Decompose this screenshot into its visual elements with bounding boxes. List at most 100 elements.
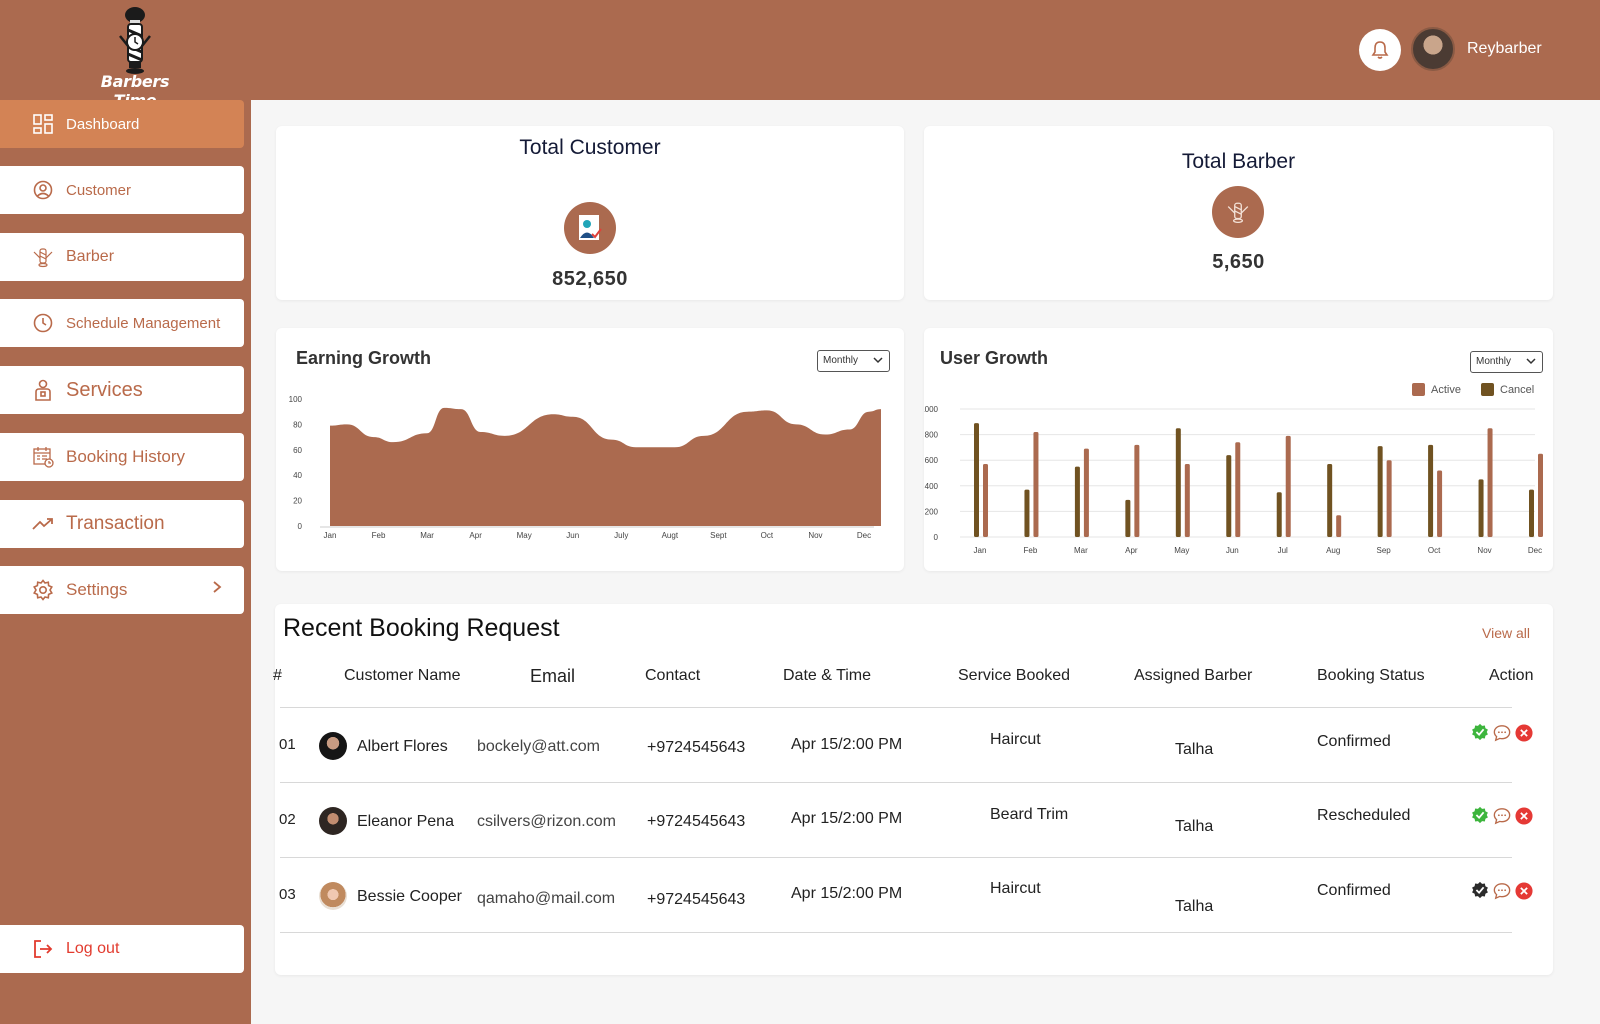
table-divider [280,857,1512,858]
bar-cancel [1327,464,1333,537]
trend-up-icon [32,513,54,535]
x-tick-label: Jun [1226,546,1239,555]
header-number: # [273,667,282,684]
x-tick-label: Nov [1477,546,1491,555]
row-number: 01 [279,736,296,753]
header-contact: Contact [645,667,701,684]
x-tick-label: Jan [324,531,337,540]
username[interactable]: Reybarber [1467,40,1542,58]
sidebar-item-settings[interactable]: Settings [0,566,244,614]
booking-datetime: Apr 15/2:00 PM [791,736,903,753]
bar-active [1487,428,1493,537]
chevron-right-icon [213,581,222,593]
bar-active [1437,470,1443,537]
bar-cancel [1377,446,1383,537]
booking-status: Confirmed [1317,733,1391,750]
x-tick-label: Apr [1125,546,1138,555]
customer-email[interactable]: bockely@att.com [477,738,600,756]
barber-icon [32,246,54,268]
service-booked: Haircut [990,731,1041,748]
y-tick-label: 0 [298,522,303,531]
assigned-barber: Talha [1175,818,1214,835]
customer-contact: +9724545643 [647,739,746,756]
x-tick-label: May [517,531,532,540]
reject-icon[interactable] [1515,807,1533,825]
bar-active [1235,442,1241,537]
view-all-link[interactable]: View all [1482,625,1530,641]
reject-icon[interactable] [1515,882,1533,900]
sidebar-item-schedule-management[interactable]: Schedule Management [0,299,244,347]
customer-email[interactable]: csilvers@rizon.com [477,813,616,831]
customer-name: Bessie Cooper [357,888,462,905]
y-tick-label: 400 [925,482,939,491]
header-date-time: Date & Time [783,667,872,684]
sidebar-item-transaction[interactable]: Transaction [0,500,244,548]
logout-label: Log out [66,940,120,957]
sidebar-item-label: Schedule Management [66,314,221,332]
sidebar-item-customer[interactable]: Customer [0,166,244,214]
chat-icon[interactable] [1493,882,1511,900]
assigned-barber: Talha [1175,898,1214,915]
bar-active [983,464,988,537]
sidebar-item-label: Barber [66,248,115,265]
sidebar-item-booking-history[interactable]: Booking History [0,433,244,481]
bar-cancel [1125,499,1131,537]
sidebar-item-services[interactable]: Services [0,366,244,414]
x-tick-label: Sep [1377,546,1392,555]
approve-icon[interactable] [1471,881,1489,899]
total-barber-card: Total Barber 5,650 [924,126,1553,300]
table-divider [280,707,1512,708]
logout-button[interactable]: Log out [0,925,244,973]
x-tick-label: Nov [808,531,822,540]
approve-icon[interactable] [1471,723,1489,741]
avatar [319,732,347,760]
total-barber-value: 5,650 [1212,251,1265,273]
chat-icon[interactable] [1493,724,1511,742]
bar-active [1083,448,1089,537]
total-customer-title: Total Customer [519,136,661,159]
header-email: Email [530,666,576,686]
customer-email[interactable]: qamaho@mail.com [477,890,615,908]
service-booked: Haircut [990,880,1041,897]
earning-area [330,407,881,526]
bar-active [1386,460,1392,537]
earning-growth-chart: 0 20 40 60 80 100 Jan Feb Mar Apr May Jun July Augt Se… [289,395,881,540]
bar-cancel [1529,489,1534,537]
user-circle-icon [32,179,54,201]
avatar [319,882,347,910]
bell-icon [1371,41,1389,59]
total-customer-value: 852,650 [552,268,628,290]
service-booked: Beard Trim [990,806,1069,823]
gear-icon [32,579,54,601]
x-tick-label: Sept [710,531,727,540]
sidebar-item-label: Customer [66,181,132,199]
dashboard-icon [32,113,54,135]
chat-icon[interactable] [1493,807,1511,825]
y-tick-label: 60 [293,446,302,455]
y-tick-label: 1000 [924,405,939,414]
table-divider [280,932,1512,933]
booking-datetime: Apr 15/2:00 PM [791,810,903,827]
customer-name: Eleanor Pena [357,813,454,830]
sidebar-item-barber[interactable]: Barber [0,233,244,281]
x-tick-label: Aug [1326,546,1340,555]
bar-cancel [1428,444,1434,537]
header-service-booked: Service Booked [958,667,1071,684]
reject-icon[interactable] [1515,724,1533,742]
sidebar-item-label: Dashboard [66,115,140,133]
brand-logo[interactable]: Barbers Time [80,6,190,110]
y-tick-label: 40 [293,471,302,480]
sidebar-item-dashboard[interactable]: Dashboard [0,100,244,148]
booking-datetime: Apr 15/2:00 PM [791,885,903,902]
user-avatar[interactable] [1411,27,1455,71]
x-tick-label: Oct [1428,546,1441,555]
sidebar: Dashboard Customer Barber Schedule Manag… [0,100,251,1024]
notification-button[interactable] [1359,29,1401,71]
user-growth-chart: 0 200 400 600 800 1000 Jan Feb Mar Apr May Jun Jul Au… [924,405,1543,555]
approve-icon[interactable] [1471,806,1489,824]
calendar-list-icon [32,446,54,468]
x-tick-label: Mar [1074,546,1088,555]
x-tick-label: Jan [974,546,987,555]
x-tick-label: Apr [469,531,482,540]
sidebar-item-label: Settings [66,580,128,599]
